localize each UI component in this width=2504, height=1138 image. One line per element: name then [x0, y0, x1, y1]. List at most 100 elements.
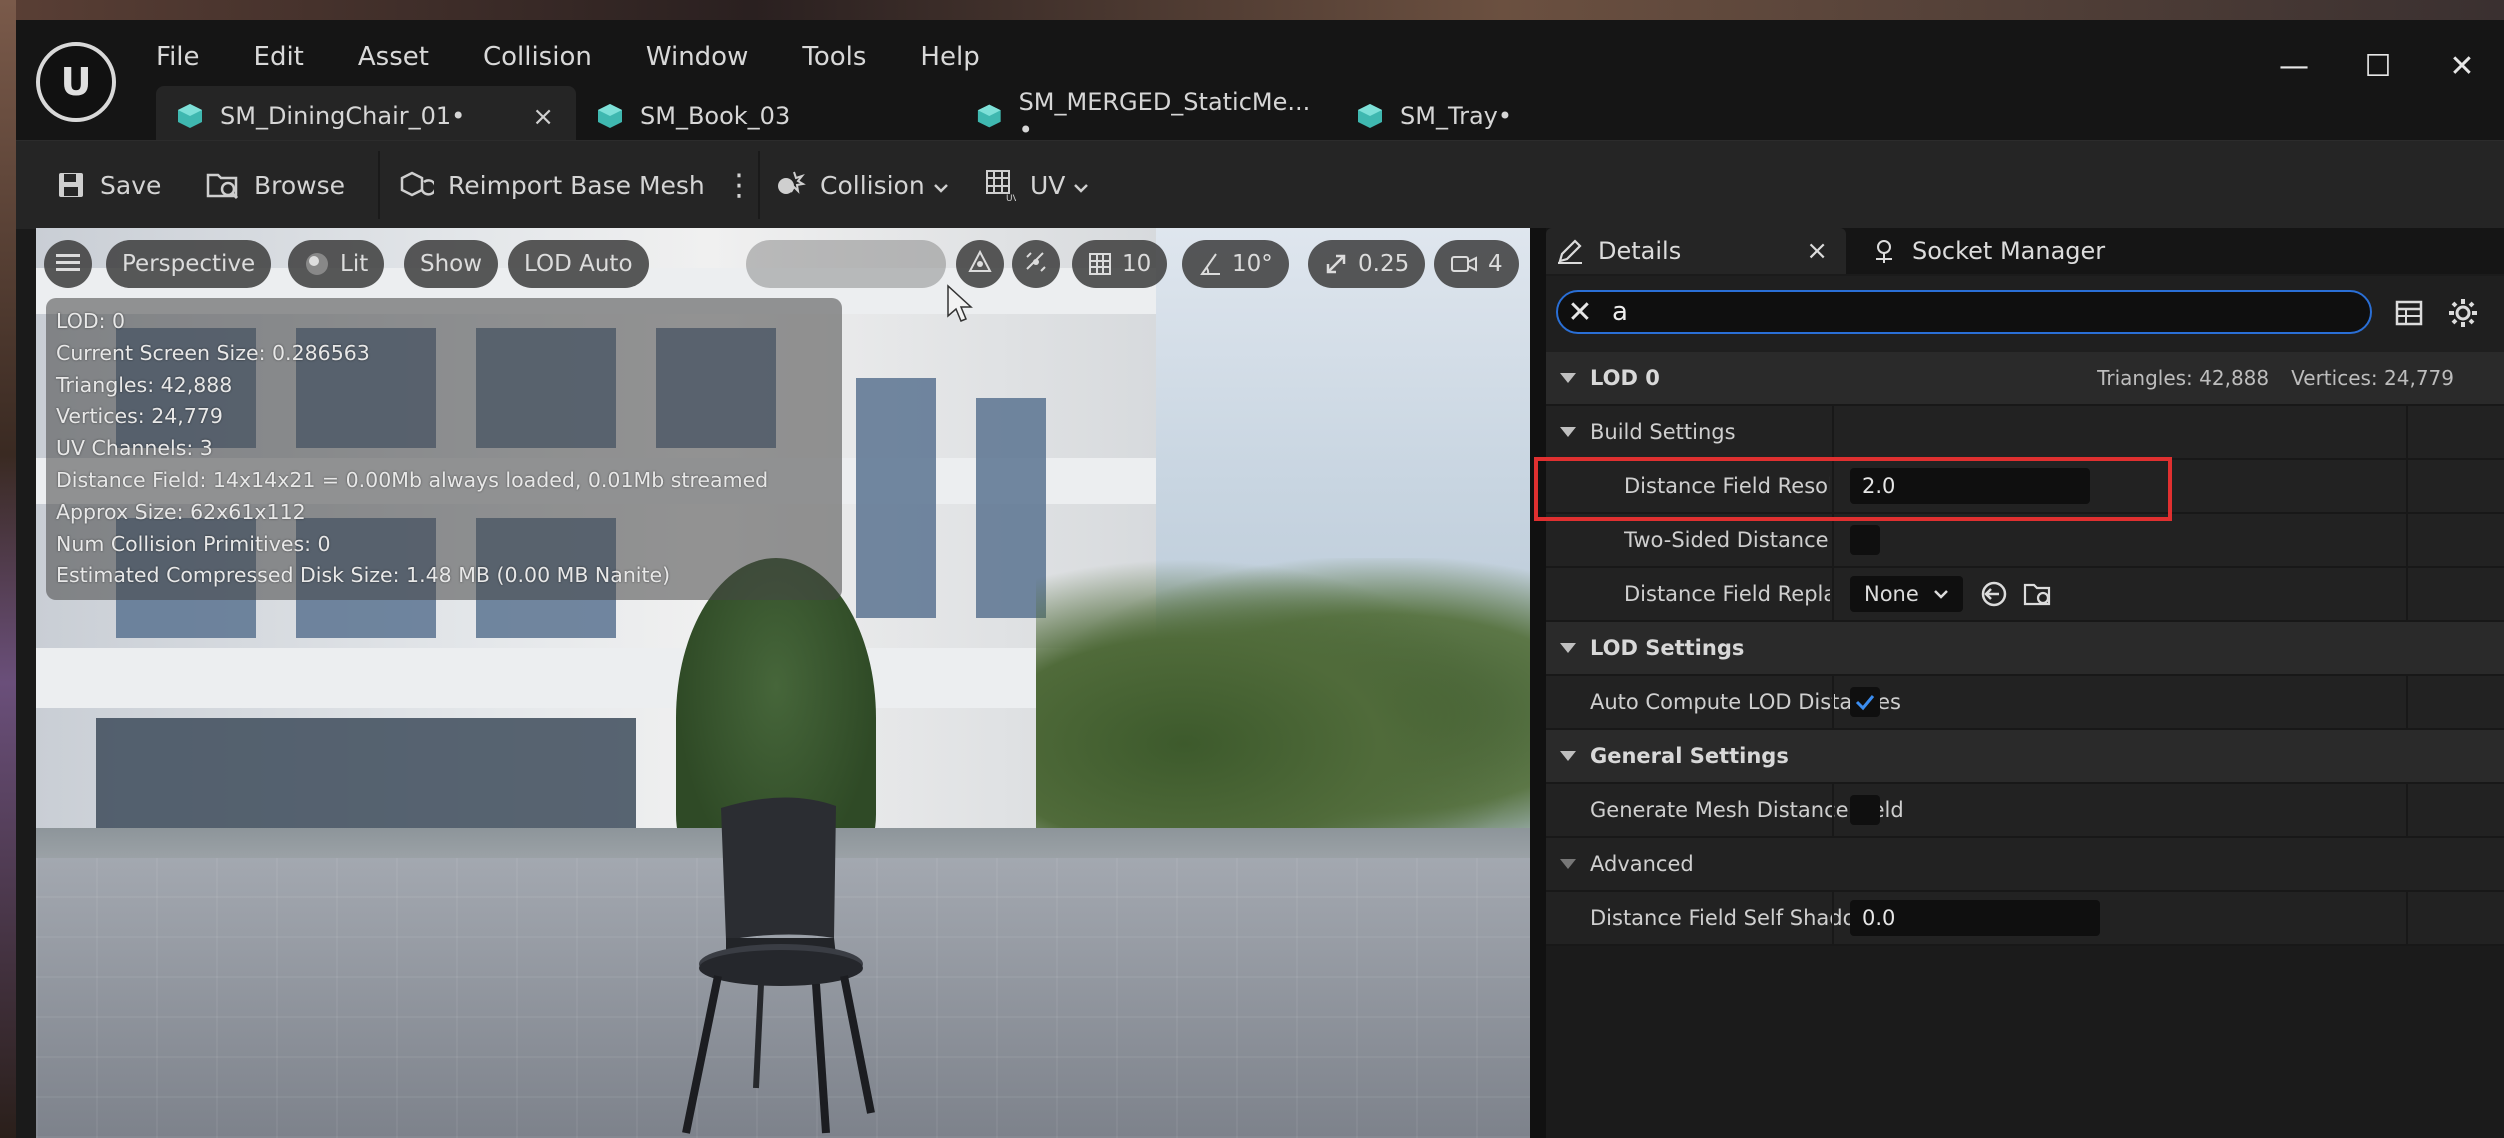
- hamburger-icon: [56, 252, 80, 276]
- camera-frame-button[interactable]: [956, 240, 1004, 288]
- tab-sm-book[interactable]: SM_Book_03: [576, 86, 956, 146]
- value-column: 2.0: [1832, 460, 2328, 512]
- stat-lod: LOD: 0: [56, 309, 126, 333]
- table-view-icon[interactable]: [2394, 298, 2424, 332]
- auto-compute-lod-checkbox[interactable]: [1850, 687, 1880, 717]
- menu-help[interactable]: Help: [920, 30, 1007, 72]
- reimport-icon: [400, 170, 434, 200]
- perspective-button[interactable]: Perspective: [106, 240, 272, 288]
- socket-icon: [1870, 237, 1898, 265]
- reset-column: [2406, 784, 2504, 836]
- browse-asset-icon[interactable]: [2023, 579, 2053, 609]
- scale-snap-button[interactable]: 0.25: [1308, 240, 1426, 288]
- tab-label: SM_Book_03: [640, 102, 791, 130]
- chevron-down-icon: [1073, 171, 1089, 200]
- stat-triangles: Triangles: 42,888: [56, 372, 233, 397]
- pencil-icon: [1556, 237, 1584, 265]
- svg-text:UV: UV: [1006, 194, 1016, 202]
- property-label: Distance Field Replacement: [1624, 582, 1830, 606]
- clear-search-icon[interactable]: ✕: [1558, 295, 1602, 330]
- maximize-button[interactable]: ☐: [2336, 38, 2420, 94]
- menu-bar: File Edit Asset Collision Window Tools H…: [156, 30, 1034, 72]
- static-mesh-icon: [178, 104, 202, 128]
- tab-sm-tray[interactable]: SM_Tray•: [1336, 86, 1716, 146]
- tab-close-icon[interactable]: ×: [532, 102, 554, 132]
- property-label: Two-Sided Distance Field Ge: [1624, 528, 1830, 552]
- background-strip-left: [0, 0, 16, 1138]
- rotation-snap-button[interactable]: 10°: [1182, 240, 1289, 288]
- show-button[interactable]: Show: [404, 240, 499, 288]
- two-sided-df-checkbox[interactable]: [1850, 525, 1880, 555]
- tab-details[interactable]: Details ×: [1546, 228, 1846, 274]
- dining-chair-mesh: [682, 797, 875, 1134]
- details-search-input[interactable]: ✕ a: [1556, 290, 2372, 334]
- value-column: [1832, 784, 2328, 836]
- background-trees: [1036, 558, 1530, 868]
- close-window-button[interactable]: ✕: [2420, 38, 2504, 94]
- category-lod0[interactable]: LOD 0 Triangles: 42,888 Vertices: 24,779: [1546, 352, 2504, 406]
- surface-snap-button[interactable]: [1012, 240, 1060, 288]
- browse-button[interactable]: Browse: [206, 141, 345, 229]
- menu-file[interactable]: File: [156, 30, 228, 72]
- browse-icon: [206, 169, 240, 201]
- more-options-icon[interactable]: ⋮: [724, 141, 754, 229]
- details-search-row: ✕ a: [1546, 276, 2504, 352]
- scale-arrow-icon: [1324, 252, 1348, 276]
- subcategory-build-settings[interactable]: Build Settings: [1546, 406, 2504, 460]
- uv-dropdown[interactable]: UV UV: [984, 141, 1089, 229]
- reimport-base-mesh-button[interactable]: Reimport Base Mesh: [400, 141, 705, 229]
- angle-icon: [1198, 252, 1222, 276]
- subcategory-advanced[interactable]: Advanced: [1546, 838, 2504, 892]
- stat-uv-channels: UV Channels: 3: [56, 436, 213, 461]
- category-general-settings[interactable]: General Settings: [1546, 730, 2504, 784]
- lit-sphere-icon: [304, 251, 330, 277]
- lod-stats: Triangles: 42,888 Vertices: 24,779: [2097, 352, 2454, 404]
- menu-asset[interactable]: Asset: [358, 30, 457, 72]
- panel-tabs: Details × Socket Manager: [1546, 228, 2504, 274]
- menu-window[interactable]: Window: [646, 30, 777, 72]
- property-generate-mesh-df: Generate Mesh Distance Field: [1546, 784, 2504, 838]
- mesh-viewport[interactable]: Perspective Lit Show LOD Auto 10 10° 0.2…: [36, 228, 1530, 1138]
- collision-dropdown[interactable]: Collision: [772, 141, 949, 229]
- static-mesh-icon: [1358, 104, 1382, 128]
- property-self-shadow-bias: Distance Field Self Shadow Bias 0.0: [1546, 892, 2504, 946]
- reset-column: [2406, 676, 2504, 728]
- triangle-gizmo-icon: [967, 249, 993, 279]
- category-lod-settings[interactable]: LOD Settings: [1546, 622, 2504, 676]
- mesh-stats-overlay: LOD: 0 Current Screen Size: 0.286563 Tri…: [46, 298, 842, 600]
- lit-button[interactable]: Lit: [288, 240, 385, 288]
- camera-speed-button[interactable]: 4: [1434, 240, 1519, 288]
- self-shadow-bias-input[interactable]: 0.0: [1850, 900, 2100, 936]
- menu-edit[interactable]: Edit: [254, 30, 332, 72]
- save-button[interactable]: Save: [56, 141, 161, 229]
- menu-tools[interactable]: Tools: [802, 30, 894, 72]
- expand-arrow-icon: [1560, 427, 1576, 437]
- value-column: [1832, 676, 2328, 728]
- viewport-menu-button[interactable]: [44, 240, 92, 288]
- transform-tools-disabled: [746, 240, 946, 288]
- tab-close-icon[interactable]: ×: [1806, 236, 1828, 266]
- tab-sm-diningchair[interactable]: SM_DiningChair_01• ×: [156, 86, 576, 146]
- df-replacement-dropdown[interactable]: None: [1850, 576, 1963, 612]
- static-mesh-icon: [977, 104, 1001, 128]
- stat-vertices: Vertices: 24,779: [56, 404, 223, 429]
- stat-approx-size: Approx Size: 62x61x112: [56, 499, 306, 524]
- panel-divider[interactable]: [1530, 228, 1546, 1138]
- save-icon: [56, 170, 86, 200]
- df-resolution-input[interactable]: 2.0: [1850, 468, 2090, 504]
- grid-snap-button[interactable]: 10: [1072, 240, 1168, 288]
- tab-socket-manager[interactable]: Socket Manager: [1870, 228, 2105, 274]
- minimize-button[interactable]: —: [2252, 38, 2336, 94]
- surface-snap-icon: [1023, 249, 1049, 279]
- tab-sm-merged[interactable]: SM_MERGED_StaticMe... •: [956, 86, 1336, 146]
- menu-collision[interactable]: Collision: [483, 30, 620, 72]
- settings-gear-icon[interactable]: [2446, 296, 2480, 334]
- property-two-sided-df: Two-Sided Distance Field Ge: [1546, 514, 2504, 568]
- toolbar: Save Browse Reimport Base Mesh ⋮ Collisi…: [16, 140, 2504, 229]
- collision-icon: [772, 168, 806, 202]
- toolbar-separator: [378, 151, 380, 219]
- generate-mesh-df-checkbox[interactable]: [1850, 795, 1880, 825]
- use-selected-asset-icon[interactable]: [1979, 579, 2009, 609]
- lod-auto-button[interactable]: LOD Auto: [508, 240, 649, 288]
- mouse-cursor-icon: [947, 284, 973, 322]
